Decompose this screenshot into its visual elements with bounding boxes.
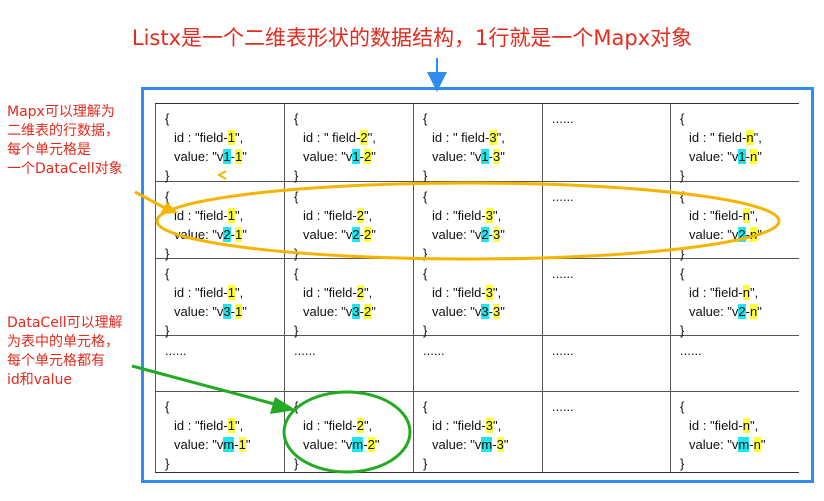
cell-ellipse (282, 390, 412, 474)
overlay-graphics (131, 58, 781, 474)
row-ellipse (155, 181, 781, 261)
mapx-arrow-tick (216, 170, 227, 180)
